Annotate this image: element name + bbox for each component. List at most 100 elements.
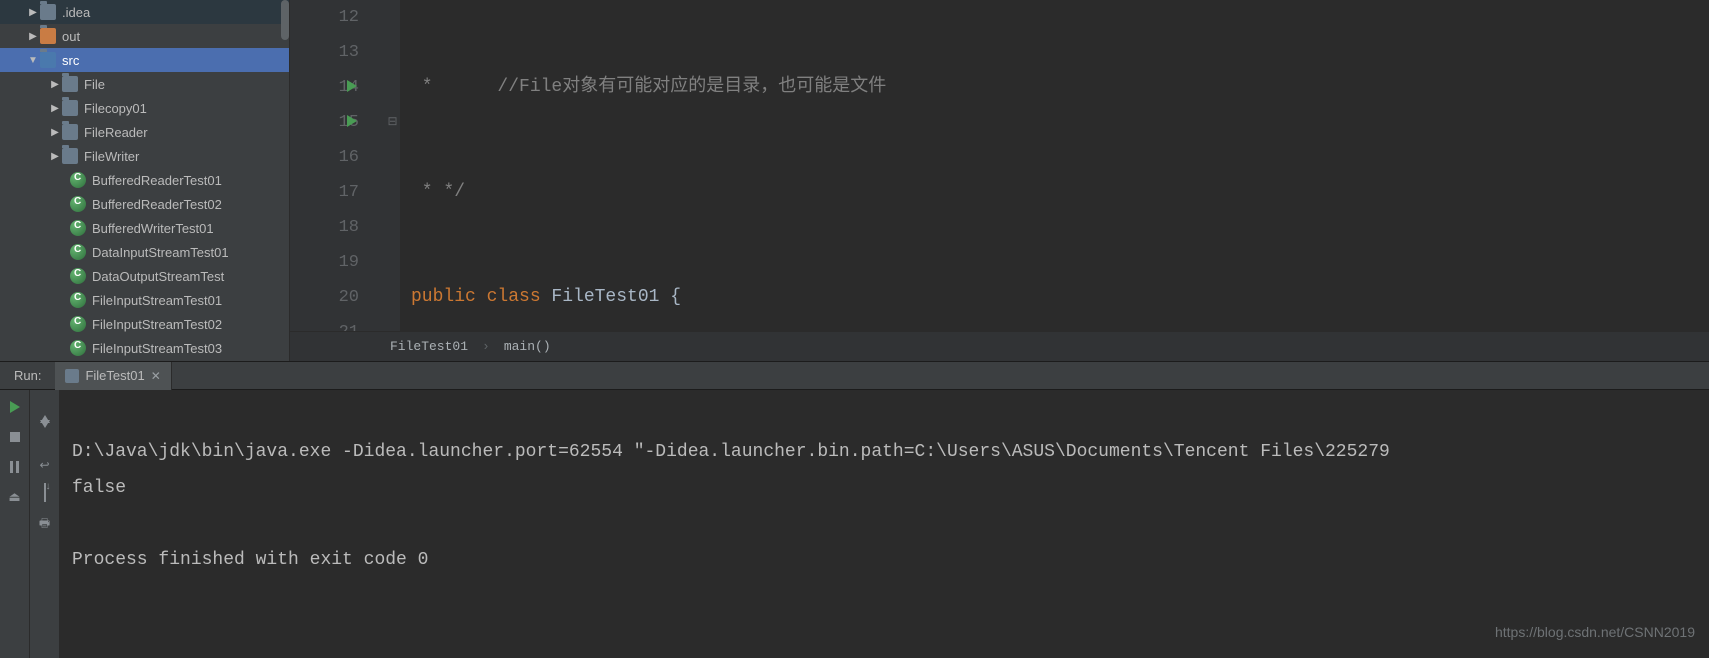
run-line-icon[interactable] xyxy=(347,80,357,92)
tree-item-class[interactable]: FileInputStreamTest02 xyxy=(0,312,289,336)
tree-item-src[interactable]: ▼ src xyxy=(0,48,289,72)
class-icon xyxy=(70,292,86,308)
project-tree[interactable]: ▶ .idea ▶ out ▼ src ▶ File ▶ Filecopy01 … xyxy=(0,0,290,361)
run-tab[interactable]: FileTest01 ✕ xyxy=(55,362,171,390)
fold-marker-icon[interactable]: ⊟ xyxy=(385,105,400,140)
chevron-right-icon: ▶ xyxy=(26,7,40,18)
line-number: 18 xyxy=(290,210,359,245)
play-icon xyxy=(10,401,20,413)
scrollbar-vertical[interactable] xyxy=(281,0,289,40)
package-icon xyxy=(62,124,78,140)
tree-item-file[interactable]: ▶ File xyxy=(0,72,289,96)
code-text: * */ xyxy=(411,182,465,202)
line-number: 20 xyxy=(290,280,359,315)
run-toolbar-secondary: ↩ 🖶 xyxy=(30,390,60,658)
class-icon xyxy=(70,244,86,260)
soft-wrap-button[interactable]: ↩ xyxy=(39,458,49,472)
folder-icon xyxy=(40,4,56,20)
chevron-right-icon: ▶ xyxy=(48,151,62,162)
class-icon xyxy=(70,316,86,332)
console-line: D:\Java\jdk\bin\java.exe -Didea.launcher… xyxy=(72,442,1390,462)
application-icon xyxy=(65,369,79,383)
chevron-right-icon: ▶ xyxy=(48,79,62,90)
print-button[interactable]: 🖶 xyxy=(39,514,50,535)
breadcrumb-separator-icon: › xyxy=(482,339,490,354)
line-number: 21 xyxy=(290,315,359,331)
tree-item-filewriter[interactable]: ▶ FileWriter xyxy=(0,144,289,168)
class-icon xyxy=(70,172,86,188)
tree-item-class[interactable]: FileInputStreamTest03 xyxy=(0,336,289,360)
chevron-right-icon: ▶ xyxy=(26,31,40,42)
tree-item-class[interactable]: FileInputStreamTest01 xyxy=(0,288,289,312)
stop-button[interactable] xyxy=(6,428,24,446)
code-text: * //File对象有可能对应的是目录，也可能是文件 xyxy=(411,77,886,97)
line-number: 13 xyxy=(290,35,359,70)
arrow-down-icon xyxy=(40,420,50,445)
fold-column[interactable]: ⊟ xyxy=(385,0,401,331)
tree-label: BufferedReaderTest02 xyxy=(92,197,222,212)
tree-item-filereader[interactable]: ▶ FileReader xyxy=(0,120,289,144)
stop-icon xyxy=(10,432,20,442)
class-icon xyxy=(70,220,86,236)
tree-label: DataOutputStreamTest xyxy=(92,269,224,284)
console-line: false xyxy=(72,478,126,498)
tree-label: Filecopy01 xyxy=(84,101,147,116)
scroll-to-end-button[interactable] xyxy=(44,484,46,502)
down-stack-button[interactable] xyxy=(40,428,50,446)
print-icon: 🖶 xyxy=(39,516,50,530)
wrap-icon: ↩ xyxy=(39,458,49,472)
rerun-button[interactable] xyxy=(6,398,24,416)
breadcrumb-item[interactable]: main() xyxy=(504,339,551,354)
run-tab-label: FileTest01 xyxy=(85,368,144,383)
tree-item-filecopy[interactable]: ▶ Filecopy01 xyxy=(0,96,289,120)
tree-item-class[interactable]: BufferedWriterTest01 xyxy=(0,216,289,240)
line-number: 15 xyxy=(290,105,359,140)
tree-item-class[interactable]: DataInputStreamTest01 xyxy=(0,240,289,264)
chevron-right-icon: ▶ xyxy=(48,103,62,114)
class-icon xyxy=(70,340,86,356)
tree-label: FileReader xyxy=(84,125,148,140)
tree-item-out[interactable]: ▶ out xyxy=(0,24,289,48)
run-toolbar-primary: ⏏ xyxy=(0,390,30,658)
chevron-down-icon: ▼ xyxy=(26,55,40,66)
exit-icon: ⏏ xyxy=(8,489,20,505)
tree-label: FileInputStreamTest01 xyxy=(92,293,222,308)
line-number: 16 xyxy=(290,140,359,175)
tree-item-class[interactable]: BufferedReaderTest02 xyxy=(0,192,289,216)
tree-item-idea[interactable]: ▶ .idea xyxy=(0,0,289,24)
close-icon[interactable]: ✕ xyxy=(151,369,161,383)
tree-label: FileInputStreamTest03 xyxy=(92,341,222,356)
tree-label: BufferedReaderTest01 xyxy=(92,173,222,188)
package-icon xyxy=(62,148,78,164)
tree-label: .idea xyxy=(62,5,90,20)
tree-label: BufferedWriterTest01 xyxy=(92,221,214,236)
exit-button[interactable]: ⏏ xyxy=(6,488,24,506)
scroll-end-icon xyxy=(44,483,46,502)
class-icon xyxy=(70,268,86,284)
console-output[interactable]: D:\Java\jdk\bin\java.exe -Didea.launcher… xyxy=(60,390,1709,658)
tree-item-class[interactable]: DataOutputStreamTest xyxy=(0,264,289,288)
up-stack-button[interactable] xyxy=(40,398,50,416)
code-editor[interactable]: 12 13 14 15 16 17 18 19 20 21 ⊟ * //File… xyxy=(290,0,1709,361)
watermark-text: https://blog.csdn.net/CSNN2019 xyxy=(1495,614,1695,650)
tree-label: FileWriter xyxy=(84,149,139,164)
line-number: 14 xyxy=(290,70,359,105)
chevron-right-icon: ▶ xyxy=(48,127,62,138)
pause-icon xyxy=(10,461,19,473)
folder-icon xyxy=(40,52,56,68)
breadcrumb: FileTest01 › main() xyxy=(290,331,1709,361)
class-icon xyxy=(70,196,86,212)
run-label: Run: xyxy=(0,368,55,383)
code-content[interactable]: * //File对象有可能对应的是目录，也可能是文件 * */ public c… xyxy=(401,0,1709,331)
pause-button[interactable] xyxy=(6,458,24,476)
tree-label: File xyxy=(84,77,105,92)
line-number: 17 xyxy=(290,175,359,210)
run-line-icon[interactable] xyxy=(347,115,357,127)
run-panel: Run: FileTest01 ✕ ⏏ ↩ 🖶 D:\Java\jdk\bin\… xyxy=(0,362,1709,658)
line-number-gutter: 12 13 14 15 16 17 18 19 20 21 xyxy=(290,0,385,331)
breadcrumb-item[interactable]: FileTest01 xyxy=(390,339,468,354)
tree-label: DataInputStreamTest01 xyxy=(92,245,229,260)
tree-item-class[interactable]: BufferedReaderTest01 xyxy=(0,168,289,192)
package-icon xyxy=(62,76,78,92)
tree-label: FileInputStreamTest02 xyxy=(92,317,222,332)
